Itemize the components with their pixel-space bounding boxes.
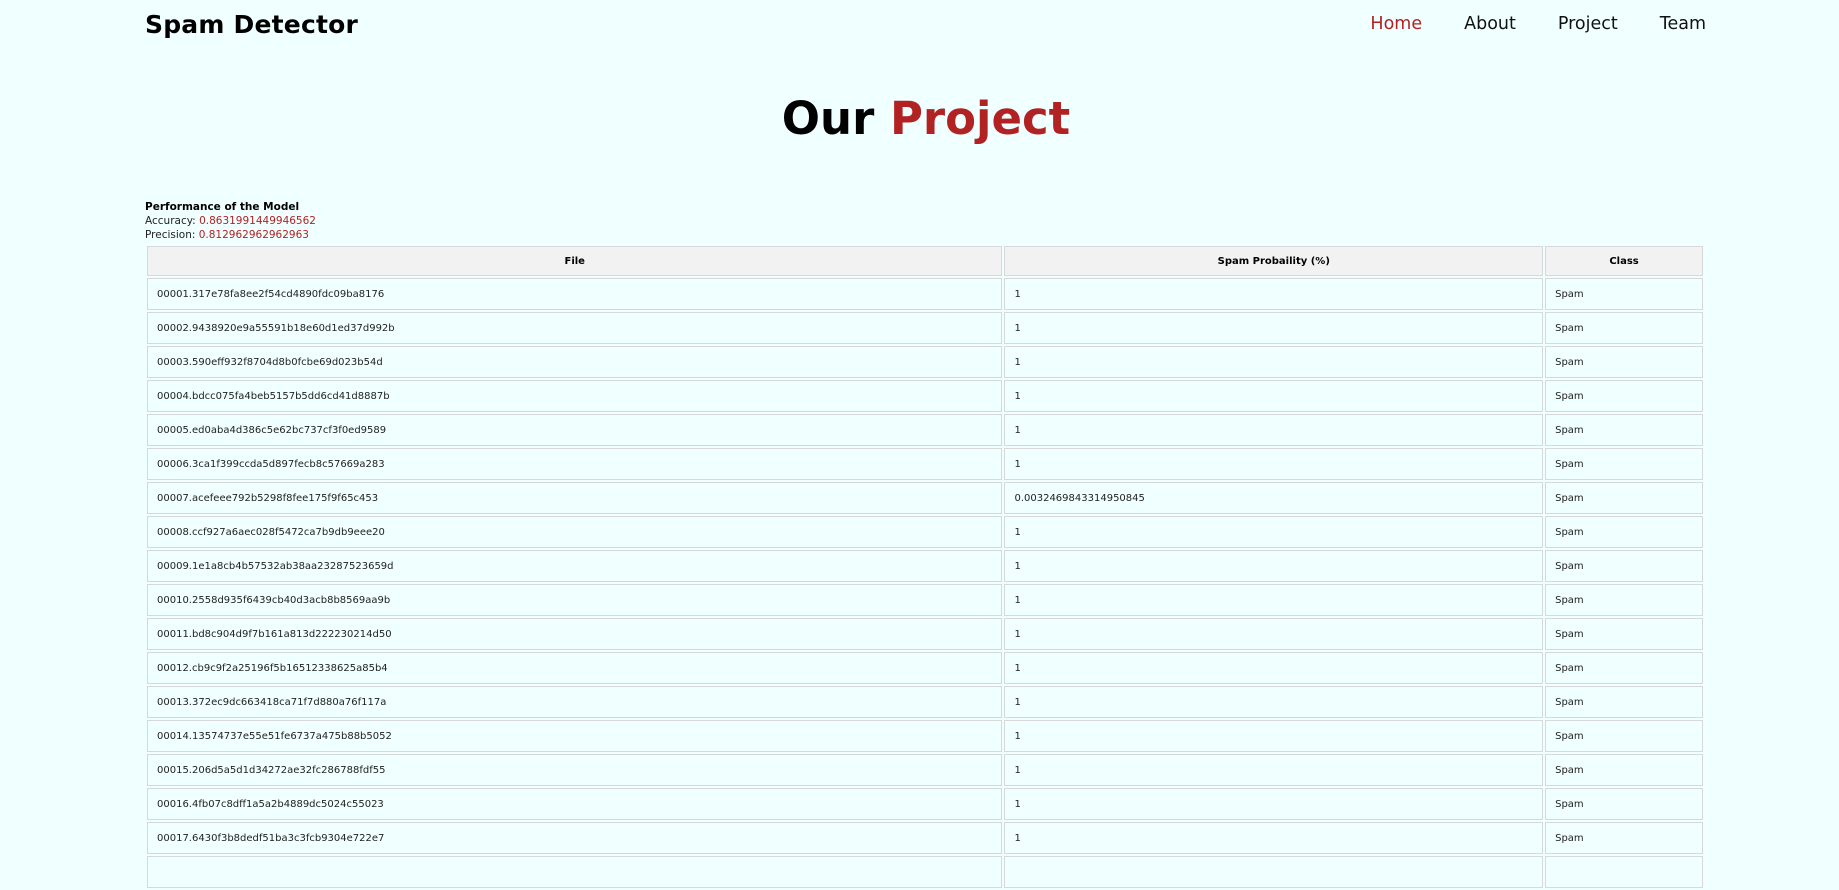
- nav-link-home[interactable]: Home: [1370, 14, 1422, 34]
- table-row: 00012.cb9c9f2a25196f5b16512338625a85b4 1 S…: [147, 652, 1703, 684]
- nav-link-project[interactable]: Project: [1558, 14, 1618, 34]
- cell-class: [1545, 856, 1703, 888]
- table-row: 00008.ccf927a6aec028f5472ca7b9db9eee20 1 S…: [147, 516, 1703, 548]
- table-row: 00004.bdcc075fa4beb5157b5dd6cd41d8887b 1 S…: [147, 380, 1703, 412]
- table-row: 00015.206d5a5d1d34272ae32fc286788fdf55 1 S…: [147, 754, 1703, 786]
- cell-probability: 1: [1004, 652, 1544, 684]
- cell-class: Spam: [1545, 686, 1703, 718]
- cell-file: 00008.ccf927a6aec028f5472ca7b9db9eee20: [147, 516, 1003, 548]
- cell-class: Spam: [1545, 278, 1703, 310]
- cell-file: 00016.4fb07c8dff1a5a2b4889dc5024c55023: [147, 788, 1003, 820]
- cell-probability: 1: [1004, 414, 1544, 446]
- cell-probability: 1: [1004, 618, 1544, 650]
- cell-file: 00003.590eff932f8704d8b0fcbe69d023b54d: [147, 346, 1003, 378]
- table-row: 00006.3ca1f399ccda5d897fecb8c57669a283 1 S…: [147, 448, 1703, 480]
- column-header-probability: Spam Probaility (%): [1004, 246, 1544, 276]
- table-row: 00014.13574737e55e51fe6737a475b88b5052 1 S…: [147, 720, 1703, 752]
- table-row: 00017.6430f3b8dedf51ba3c3fcb9304e722e7 1 S…: [147, 822, 1703, 854]
- cell-file: 00012.cb9c9f2a25196f5b16512338625a85b4: [147, 652, 1003, 684]
- cell-probability: 1: [1004, 448, 1544, 480]
- column-header-class: Class: [1545, 246, 1703, 276]
- cell-file: 00014.13574737e55e51fe6737a475b88b5052: [147, 720, 1003, 752]
- performance-heading: Performance of the Model: [145, 201, 300, 213]
- cell-probability: 1: [1004, 754, 1544, 786]
- cell-file: 00001.317e78fa8ee2f54cd4890fdc09ba8176: [147, 278, 1003, 310]
- cell-class: Spam: [1545, 822, 1703, 854]
- cell-probability: 1: [1004, 686, 1544, 718]
- cell-file: 00004.bdcc075fa4beb5157b5dd6cd41d8887b: [147, 380, 1003, 412]
- cell-probability: 1: [1004, 278, 1544, 310]
- table-row: 00016.4fb07c8dff1a5a2b4889dc5024c55023 1 S…: [147, 788, 1703, 820]
- cell-file: 00005.ed0aba4d386c5e62bc737cf3f0ed9589: [147, 414, 1003, 446]
- cell-class: Spam: [1545, 482, 1703, 514]
- table-row: 00002.9438920e9a55591b18e60d1ed37d992b 1 S…: [147, 312, 1703, 344]
- cell-probability: 1: [1004, 516, 1544, 548]
- cell-class: Spam: [1545, 550, 1703, 582]
- table-row: 00013.372ec9dc663418ca71f7d880a76f117a 1 S…: [147, 686, 1703, 718]
- cell-probability: 1: [1004, 822, 1544, 854]
- page-title-main: Our: [781, 92, 875, 145]
- cell-probability: 1: [1004, 550, 1544, 582]
- cell-class: Spam: [1545, 448, 1703, 480]
- table-row: 00010.2558d935f6439cb40d3acb8b8569aa9b 1 S…: [147, 584, 1703, 616]
- precision-value: 0.812962962962963: [198, 229, 309, 241]
- table-row: 00005.ed0aba4d386c5e62bc737cf3f0ed9589 1 S…: [147, 414, 1703, 446]
- table-row: 00003.590eff932f8704d8b0fcbe69d023b54d 1 S…: [147, 346, 1703, 378]
- cell-file: 00006.3ca1f399ccda5d897fecb8c57669a283: [147, 448, 1003, 480]
- precision-label: Precision:: [145, 229, 196, 241]
- cell-probability: 1: [1004, 380, 1544, 412]
- cell-file: 00010.2558d935f6439cb40d3acb8b8569aa9b: [147, 584, 1003, 616]
- precision-line: Precision: 0.812962962962963: [145, 228, 316, 242]
- cell-probability: 1: [1004, 312, 1544, 344]
- nav-link-about[interactable]: About: [1464, 14, 1516, 34]
- page-title: Our Project: [0, 92, 1839, 145]
- model-performance: Performance of the Model Accuracy: 0.863…: [145, 200, 316, 242]
- cell-class: Spam: [1545, 788, 1703, 820]
- cell-probability: 1: [1004, 584, 1544, 616]
- cell-file: 00017.6430f3b8dedf51ba3c3fcb9304e722e7: [147, 822, 1003, 854]
- cell-class: Spam: [1545, 414, 1703, 446]
- table-row: [147, 856, 1703, 888]
- accuracy-line: Accuracy: 0.8631991449946562: [145, 214, 316, 228]
- cell-class: Spam: [1545, 516, 1703, 548]
- table-row: 00011.bd8c904d9f7b161a813d222230214d50 1 S…: [147, 618, 1703, 650]
- cell-probability: 1: [1004, 720, 1544, 752]
- table-header-row: File Spam Probaility (%) Class: [147, 246, 1703, 276]
- cell-file: 00015.206d5a5d1d34272ae32fc286788fdf55: [147, 754, 1003, 786]
- cell-file: 00011.bd8c904d9f7b161a813d222230214d50: [147, 618, 1003, 650]
- cell-probability: 0.0032469843314950845: [1004, 482, 1544, 514]
- cell-class: Spam: [1545, 618, 1703, 650]
- navbar: Spam Detector Home About Project Team: [0, 0, 1839, 52]
- table-row: 00009.1e1a8cb4b57532ab38aa23287523659d 1 S…: [147, 550, 1703, 582]
- cell-probability: 1: [1004, 788, 1544, 820]
- cell-probability: 1: [1004, 346, 1544, 378]
- cell-class: Spam: [1545, 652, 1703, 684]
- cell-class: Spam: [1545, 584, 1703, 616]
- results-table: File Spam Probaility (%) Class 00001.317…: [145, 244, 1705, 890]
- accuracy-label: Accuracy:: [145, 215, 196, 227]
- page-title-accent: Project: [889, 92, 1071, 145]
- cell-file: 00007.acefeee792b5298f8fee175f9f65c453: [147, 482, 1003, 514]
- nav-link-team[interactable]: Team: [1660, 14, 1706, 34]
- cell-class: Spam: [1545, 720, 1703, 752]
- cell-probability: [1004, 856, 1544, 888]
- cell-file: [147, 856, 1003, 888]
- cell-class: Spam: [1545, 312, 1703, 344]
- cell-file: 00013.372ec9dc663418ca71f7d880a76f117a: [147, 686, 1003, 718]
- brand-logo[interactable]: Spam Detector: [145, 10, 358, 39]
- cell-class: Spam: [1545, 346, 1703, 378]
- nav-links: Home About Project Team: [1370, 14, 1706, 34]
- cell-class: Spam: [1545, 754, 1703, 786]
- accuracy-value: 0.8631991449946562: [199, 215, 316, 227]
- table-row: 00007.acefeee792b5298f8fee175f9f65c453 0.…: [147, 482, 1703, 514]
- column-header-file: File: [147, 246, 1003, 276]
- table-row: 00001.317e78fa8ee2f54cd4890fdc09ba8176 1 S…: [147, 278, 1703, 310]
- cell-class: Spam: [1545, 380, 1703, 412]
- cell-file: 00009.1e1a8cb4b57532ab38aa23287523659d: [147, 550, 1003, 582]
- cell-file: 00002.9438920e9a55591b18e60d1ed37d992b: [147, 312, 1003, 344]
